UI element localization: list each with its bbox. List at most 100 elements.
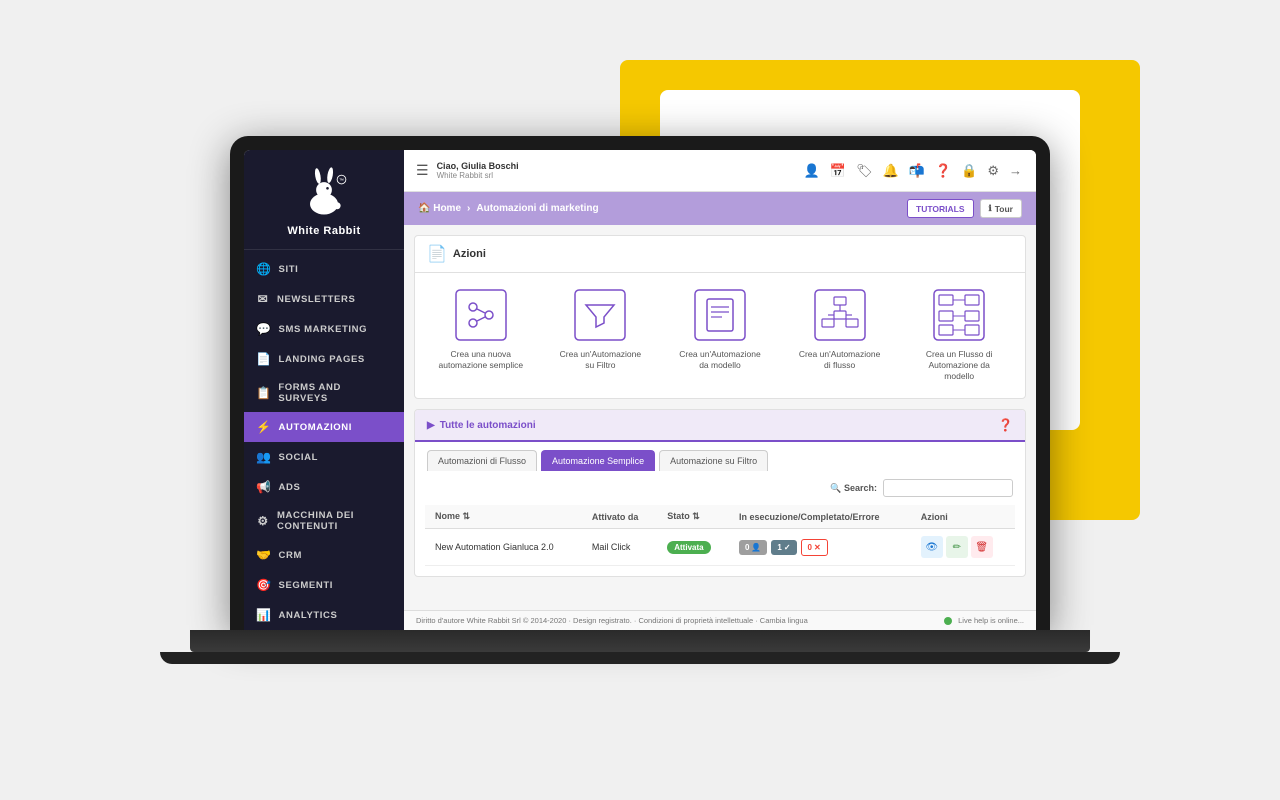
cell-name: New Automation Gianluca 2.0	[425, 529, 582, 566]
macchina-icon: ⚙	[256, 514, 270, 528]
topbar-greeting: Ciao, Giulia Boschi	[437, 161, 519, 171]
actions-card-title: Azioni	[453, 248, 486, 260]
table-container: Nome ⇅ Attivato da Stato ⇅	[415, 505, 1025, 576]
sidebar-item-forms-surveys[interactable]: 📋 FORMS AND SURVEYS	[244, 374, 404, 412]
siti-icon: 🌐	[256, 262, 272, 276]
calendar-icon[interactable]: 📅	[828, 161, 848, 181]
cell-status: Attivata	[657, 529, 729, 566]
section-arrow-icon: ▶	[427, 420, 435, 431]
sidebar-item-newsletters[interactable]: ✉ NEWSLETTERS	[244, 284, 404, 314]
actions-card: 📄 Azioni	[414, 235, 1026, 399]
live-dot-icon	[944, 617, 952, 625]
tour-info-icon: ℹ	[989, 203, 992, 214]
topbar-left: ☰ Ciao, Giulia Boschi White Rabbit srl	[416, 161, 519, 180]
flow-model-automation-icon	[933, 289, 985, 341]
sidebar-item-automazioni[interactable]: ⚡ AUTOMAZIONI	[244, 412, 404, 442]
settings-icon[interactable]: ⚙	[985, 161, 1001, 181]
running-badge: 0 👤	[739, 540, 767, 555]
ads-icon: 📢	[256, 480, 272, 494]
action-new-automation[interactable]: Crea una nuova automazione semplice	[436, 289, 526, 382]
sidebar-item-macchina-contenuti[interactable]: ⚙ MACCHINA DEI CONTENUTI	[244, 502, 404, 540]
logout-icon[interactable]: →	[1007, 161, 1024, 180]
breadcrumb-bar: 🏠 Home › Automazioni di marketing TUTORI…	[404, 192, 1036, 225]
sidebar-item-crm[interactable]: 🤝 CRM	[244, 540, 404, 570]
col-azioni: Azioni	[911, 505, 1015, 529]
svg-text:™: ™	[339, 178, 344, 184]
breadcrumb-home[interactable]: 🏠 Home	[418, 203, 461, 214]
tutorials-button[interactable]: TUTORIALS	[907, 199, 973, 218]
breadcrumb-current: Automazioni di marketing	[476, 203, 598, 214]
tour-button[interactable]: ℹ Tour	[980, 199, 1023, 218]
newsletters-icon: ✉	[256, 292, 270, 306]
content-area: 📄 Azioni	[404, 225, 1036, 610]
sidebar-item-segmenti[interactable]: 🎯 SEGMENTI	[244, 570, 404, 600]
sidebar-nav: 🌐 SITI ✉ NEWSLETTERS 💬 SMS MARKETING	[244, 250, 404, 630]
sidebar-item-ads[interactable]: 📢 ADS	[244, 472, 404, 502]
topbar-icons: 👤 📅 🏷 🔔 📬 ❓ 🔒 ⚙ →	[802, 161, 1024, 181]
sidebar-item-social[interactable]: 👥 SOCIAL	[244, 442, 404, 472]
action-buttons: 👁 ✏ 🗑	[921, 536, 1005, 558]
error-badge: 0 ✕	[801, 539, 828, 556]
person-icon: 👤	[751, 543, 761, 552]
status-badge: Attivata	[667, 541, 710, 554]
search-input[interactable]	[883, 479, 1013, 497]
laptop-screen-border: ™ White Rabbit 🌐 SITI ✉ NEWS	[230, 136, 1050, 630]
sidebar-logo-text: White Rabbit	[256, 225, 392, 237]
tab-filtro[interactable]: Automazione su Filtro	[659, 450, 768, 471]
forms-icon: 📋	[256, 386, 271, 400]
user-icon[interactable]: 👤	[802, 161, 822, 181]
search-row: 🔍 Search:	[415, 471, 1025, 505]
new-automation-icon	[455, 289, 507, 341]
section-help-icon[interactable]: ❓	[998, 418, 1013, 432]
col-nome[interactable]: Nome ⇅	[425, 505, 582, 529]
breadcrumb-left: 🏠 Home › Automazioni di marketing	[418, 203, 599, 214]
cell-trigger: Mail Click	[582, 529, 657, 566]
app-container: ™ White Rabbit 🌐 SITI ✉ NEWS	[244, 150, 1036, 630]
delete-button[interactable]: 🗑	[971, 536, 993, 558]
flow-automation-icon	[814, 289, 866, 341]
action-flow-model-automation[interactable]: Crea un Flusso di Automazione da modello	[914, 289, 1004, 382]
col-stato[interactable]: Stato ⇅	[657, 505, 729, 529]
model-automation-label: Crea un'Automazione da modello	[675, 349, 765, 371]
check-icon: ✓	[784, 543, 791, 552]
cell-actions: 👁 ✏ 🗑	[911, 529, 1015, 566]
view-button[interactable]: 👁	[921, 536, 943, 558]
tab-flusso[interactable]: Automazioni di Flusso	[427, 450, 537, 471]
filter-automation-icon	[574, 289, 626, 341]
action-model-automation[interactable]: Crea un'Automazione da modello	[675, 289, 765, 382]
x-icon: ✕	[814, 543, 821, 552]
sidebar-logo: ™ White Rabbit	[244, 150, 404, 250]
sidebar-item-siti[interactable]: 🌐 SITI	[244, 254, 404, 284]
automations-table: Nome ⇅ Attivato da Stato ⇅	[425, 505, 1015, 566]
tag-icon[interactable]: 🏷	[854, 161, 875, 181]
file-icon: 📄	[427, 244, 447, 264]
lock-icon[interactable]: 🔒	[959, 161, 979, 181]
automations-section-header: ▶ Tutte le automazioni ❓	[415, 410, 1025, 442]
edit-button[interactable]: ✏	[946, 536, 968, 558]
crm-icon: 🤝	[256, 548, 272, 562]
main-content: ☰ Ciao, Giulia Boschi White Rabbit srl 👤…	[404, 150, 1036, 630]
sidebar-item-sms-marketing[interactable]: 💬 SMS MARKETING	[244, 314, 404, 344]
hamburger-icon[interactable]: ☰	[416, 162, 429, 179]
footer-copyright: Diritto d'autore White Rabbit Srl © 2014…	[416, 616, 808, 625]
tabs-row: Automazioni di Flusso Automazione Sempli…	[415, 442, 1025, 471]
actions-grid: Crea una nuova automazione semplice	[415, 273, 1025, 398]
automations-section-card: ▶ Tutte le automazioni ❓ Automazioni di …	[414, 409, 1026, 577]
filter-automation-label: Crea un'Automazione su Filtro	[555, 349, 645, 371]
laptop-bottom	[160, 652, 1120, 664]
action-filter-automation[interactable]: Crea un'Automazione su Filtro	[555, 289, 645, 382]
inbox-icon[interactable]: 📬	[907, 161, 927, 181]
topbar-company: White Rabbit srl	[437, 171, 519, 180]
cell-exec: 0 👤 1 ✓	[729, 529, 911, 566]
topbar: ☰ Ciao, Giulia Boschi White Rabbit srl 👤…	[404, 150, 1036, 192]
action-flow-automation[interactable]: Crea un'Automazione di flusso	[795, 289, 885, 382]
model-automation-icon	[694, 289, 746, 341]
sidebar-item-analytics[interactable]: 📊 ANALYTICS	[244, 600, 404, 630]
social-icon: 👥	[256, 450, 272, 464]
sidebar-item-landing-pages[interactable]: 📄 LANDING PAGES	[244, 344, 404, 374]
topbar-user: Ciao, Giulia Boschi White Rabbit srl	[437, 161, 519, 180]
help-icon[interactable]: ❓	[933, 161, 953, 181]
analytics-icon: 📊	[256, 608, 272, 622]
bell-icon[interactable]: 🔔	[881, 161, 901, 181]
tab-semplice[interactable]: Automazione Semplice	[541, 450, 655, 471]
